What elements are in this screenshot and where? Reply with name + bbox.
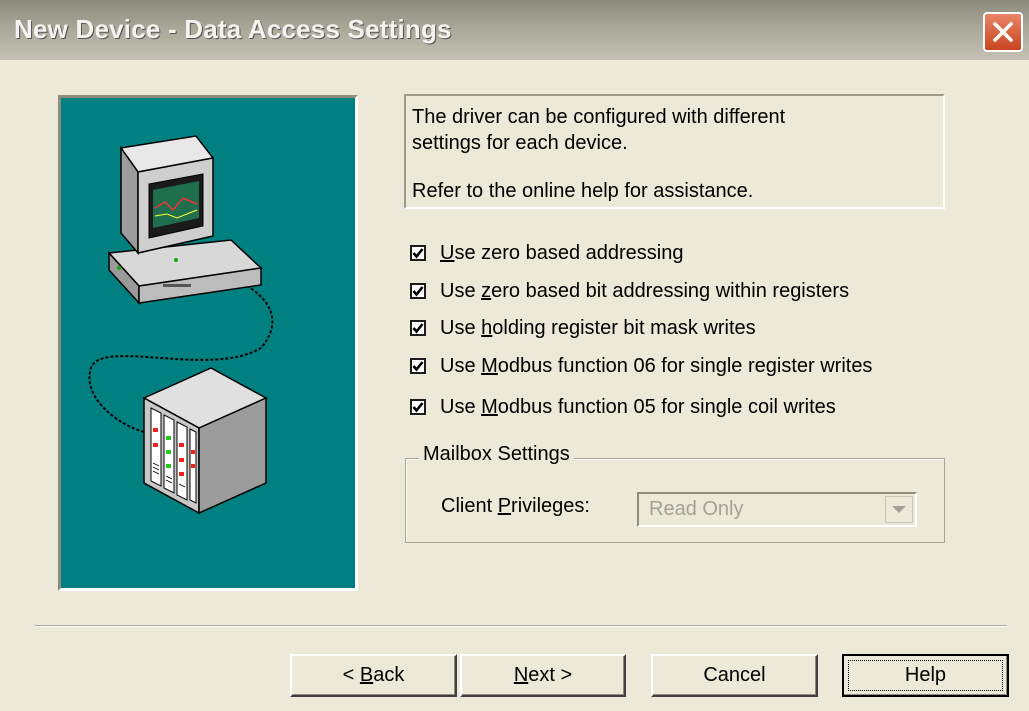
client-privileges-select[interactable]: Read Only: [637, 492, 917, 527]
dropdown-button[interactable]: [885, 496, 913, 523]
title-bar: New Device - Data Access Settings: [0, 0, 1029, 60]
checkbox-box[interactable]: [410, 245, 426, 261]
info-line-1: The driver can be configured with differ…: [412, 106, 786, 128]
checkbox-box[interactable]: [410, 399, 426, 415]
checkbox-label: Use zero based bit addressing within reg…: [440, 279, 850, 302]
cancel-button[interactable]: Cancel: [651, 654, 818, 697]
checkbox-box[interactable]: [410, 320, 426, 336]
checkmark-icon: [412, 248, 424, 259]
checkbox-label: Use Modbus function 06 for single regist…: [440, 354, 873, 377]
checkbox-label: Use holding register bit mask writes: [440, 316, 756, 339]
checkmark-icon: [412, 361, 424, 372]
computer-device-illustration: [88, 135, 274, 515]
close-button[interactable]: [983, 12, 1023, 52]
device-illustration: [58, 95, 358, 591]
checkbox-modbus-function-05[interactable]: Use Modbus function 05 for single coil w…: [410, 393, 836, 421]
checkbox-box[interactable]: [410, 283, 426, 299]
client-privileges-label: Client Privileges:: [441, 495, 590, 517]
info-line-2: settings for each device.: [412, 132, 628, 154]
checkbox-label: Use zero based addressing: [440, 241, 684, 264]
checkbox-zero-based-bit-addressing[interactable]: Use zero based bit addressing within reg…: [410, 277, 849, 305]
checkbox-holding-register-bit-mask[interactable]: Use holding register bit mask writes: [410, 314, 756, 342]
checkbox-zero-based-addressing[interactable]: Use zero based addressing: [410, 239, 684, 267]
back-button[interactable]: < Back: [290, 654, 457, 697]
chevron-down-icon: [892, 506, 906, 513]
client-privileges-value: Read Only: [649, 498, 744, 520]
checkmark-icon: [412, 286, 424, 297]
footer-separator: [35, 625, 1007, 627]
checkbox-label: Use Modbus function 05 for single coil w…: [440, 395, 836, 418]
info-text-box: The driver can be configured with differ…: [404, 94, 945, 209]
mailbox-settings-label: Mailbox Settings: [419, 443, 574, 466]
info-line-3: Refer to the online help for assistance.: [412, 180, 754, 202]
checkbox-box[interactable]: [410, 358, 426, 374]
checkbox-modbus-function-06[interactable]: Use Modbus function 06 for single regist…: [410, 352, 872, 380]
close-icon: [993, 22, 1013, 42]
help-button[interactable]: Help: [842, 654, 1009, 697]
next-button[interactable]: Next >: [460, 654, 626, 697]
checkmark-icon: [412, 323, 424, 334]
window-title: New Device - Data Access Settings: [14, 14, 452, 44]
checkmark-icon: [412, 402, 424, 413]
